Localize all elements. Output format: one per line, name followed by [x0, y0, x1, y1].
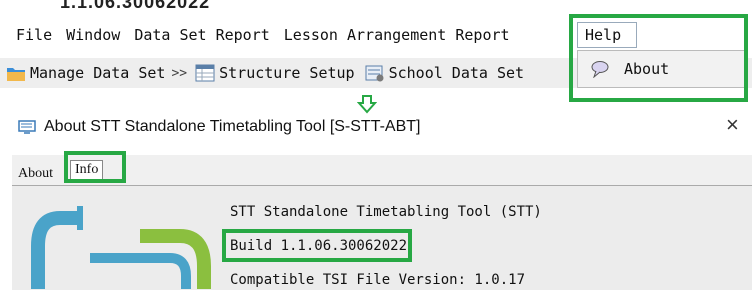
down-arrow-icon [357, 95, 377, 114]
stt-logo [31, 206, 211, 289]
folder-icon [7, 68, 25, 81]
build-number: Build 1.1.06.30062022 [230, 238, 408, 254]
school-data-icon [365, 65, 384, 82]
menu-window[interactable]: Window [59, 26, 127, 44]
app-window-icon [18, 120, 36, 134]
close-icon[interactable]: × [726, 112, 739, 138]
tab-about[interactable]: About [18, 166, 53, 182]
menubar: File Window Data Set Report Lesson Arran… [0, 22, 752, 48]
structure-setup-button[interactable]: Structure Setup [189, 60, 358, 86]
help-about-menu-item[interactable]: About [577, 50, 747, 88]
cropped-version-text: 1.1.06.30062022 [60, 0, 211, 12]
manage-data-set-button[interactable]: Manage Data Set [0, 60, 169, 86]
menu-lesson-arrangement-report[interactable]: Lesson Arrangement Report [277, 26, 517, 44]
toolbar-overflow-chevron[interactable]: >> [169, 66, 189, 81]
tab-info[interactable]: Info [70, 160, 104, 179]
dialog-title-bar: About STT Standalone Timetabling Tool [S… [18, 118, 420, 136]
menu-data-set-report[interactable]: Data Set Report [127, 26, 276, 44]
menu-file[interactable]: File [0, 26, 59, 44]
tsi-version: Compatible TSI File Version: 1.0.17 [230, 272, 526, 288]
table-icon [195, 64, 215, 82]
product-name: STT Standalone Timetabling Tool (STT) [230, 204, 542, 220]
menu-help[interactable]: Help [577, 22, 637, 48]
dialog-title: About STT Standalone Timetabling Tool [S… [44, 118, 421, 135]
school-data-set-button[interactable]: School Data Set [359, 60, 528, 86]
speech-bubble-icon [591, 61, 609, 78]
